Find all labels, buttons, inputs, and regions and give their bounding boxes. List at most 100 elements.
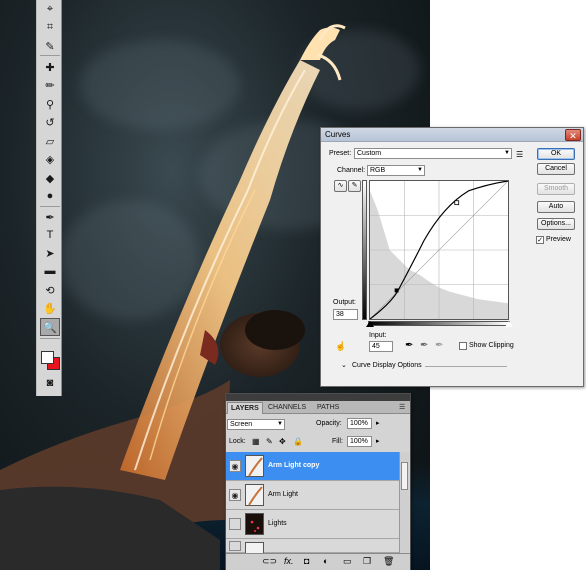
preview-checkbox[interactable]: ✓ — [536, 236, 544, 244]
zoom-tool-icon[interactable]: 🔍 — [40, 318, 60, 336]
layers-scrollbar[interactable] — [399, 452, 409, 553]
layers-footer: ⊂⊃ fx. ◘ ◐ ▭ ❐ 🗑 — [226, 553, 410, 570]
history-brush-tool-icon[interactable]: ↺ — [40, 113, 60, 131]
rectangle-shape-tool-icon[interactable]: ▬ — [40, 262, 60, 280]
pencil-draw-icon[interactable]: ✎ — [348, 180, 361, 192]
panel-tabs: LAYERS CHANNELS PATHS ☰ — [226, 401, 410, 414]
panel-menu-icon[interactable]: ☰ — [396, 402, 408, 414]
opacity-slider-arrow-icon[interactable]: ▸ — [376, 419, 380, 427]
path-selection-tool-icon[interactable]: ➤ — [40, 244, 60, 262]
chevron-down-icon: ▼ — [277, 421, 283, 427]
white-point-slider[interactable] — [505, 321, 513, 327]
curve-points-tool-icon[interactable]: ∿ — [334, 180, 347, 192]
visibility-toggle[interactable] — [229, 541, 241, 551]
layer-row[interactable] — [226, 539, 401, 554]
opacity-label: Opacity: — [316, 420, 342, 427]
targeted-adjustment-tool-icon[interactable]: ☝ — [335, 341, 346, 352]
black-point-slider[interactable] — [366, 321, 374, 327]
layer-name: Lights — [268, 520, 287, 527]
3d-rotate-tool-icon[interactable]: ⟲ — [40, 281, 60, 299]
quick-mask-icon[interactable]: ◙ — [40, 374, 60, 392]
type-tool-icon[interactable]: T — [40, 226, 60, 244]
healing-brush-tool-icon[interactable]: ✚ — [40, 58, 60, 76]
panel-header-bar[interactable] — [226, 394, 410, 401]
paint-bucket-tool-icon[interactable]: ◈ — [40, 150, 60, 168]
cancel-button[interactable]: Cancel — [537, 163, 575, 175]
layer-row[interactable]: Lights — [226, 510, 401, 539]
visibility-eye-icon[interactable]: ◉ — [229, 460, 241, 472]
layer-thumbnail — [245, 513, 264, 535]
channel-label: Channel: — [337, 167, 366, 174]
show-clipping-checkbox[interactable] — [459, 342, 467, 350]
output-field[interactable]: 38 — [333, 309, 358, 320]
hand-tool-icon[interactable]: ✋ — [40, 299, 60, 317]
blend-mode-value: Screen — [230, 421, 253, 428]
eraser-tool-icon[interactable]: ▱ — [40, 132, 60, 150]
tool-separator — [40, 55, 60, 56]
gray-eyedropper-icon[interactable]: ✒ — [420, 340, 428, 351]
layer-style-icon[interactable]: fx. — [284, 556, 294, 566]
new-layer-icon[interactable]: ❐ — [363, 556, 371, 567]
brush-tool-icon[interactable]: ✏ — [40, 76, 60, 94]
tab-paths[interactable]: PATHS — [314, 402, 342, 414]
trash-icon[interactable]: 🗑 — [383, 556, 394, 567]
eyedropper-tool-icon[interactable]: ✎ — [40, 37, 60, 55]
chevron-down-icon[interactable]: ⌄ — [341, 361, 347, 369]
input-field[interactable]: 45 — [369, 341, 393, 352]
show-clipping-label: Show Clipping — [469, 342, 514, 349]
preview-label: Preview — [546, 236, 571, 243]
foreground-color-swatch[interactable] — [41, 351, 54, 364]
tools-panel: ⌖ ⌗ ✎ ✚ ✏ ⚲ ↺ ▱ ◈ ◆ ● ✒ T ➤ ▬ ⟲ ✋ 🔍 ◙ — [36, 0, 62, 396]
channel-value: RGB — [370, 167, 386, 174]
visibility-eye-icon[interactable]: ◉ — [229, 489, 241, 501]
crop-tool-icon[interactable]: ⌗ — [40, 18, 60, 36]
ok-button[interactable]: OK — [537, 148, 575, 160]
lock-label: Lock: — [229, 438, 246, 445]
channel-select[interactable]: RGB ▼ — [367, 165, 425, 176]
tab-channels[interactable]: CHANNELS — [265, 402, 309, 414]
layer-row[interactable]: ◉ Arm Light copy — [226, 452, 401, 481]
layer-mask-icon[interactable]: ◘ — [304, 556, 309, 566]
lock-all-icon[interactable]: 🔒 — [293, 437, 303, 446]
lock-transparent-icon[interactable]: ▦ — [252, 437, 260, 446]
auto-button[interactable]: Auto — [537, 201, 575, 213]
lock-image-icon[interactable]: ✎ — [266, 437, 273, 446]
lock-position-icon[interactable]: ✥ — [279, 437, 286, 446]
black-eyedropper-icon[interactable]: ✒ — [405, 340, 413, 351]
preset-select[interactable]: Custom ▼ — [354, 148, 512, 159]
scrollbar-thumb[interactable] — [401, 462, 408, 490]
tab-layers[interactable]: LAYERS — [227, 402, 263, 414]
curves-titlebar[interactable]: Curves — [321, 128, 583, 142]
white-eyedropper-icon[interactable]: ✒ — [435, 340, 443, 351]
close-button[interactable]: ✕ — [565, 129, 581, 141]
preset-value: Custom — [357, 150, 382, 157]
dialog-title: Curves — [325, 130, 351, 139]
curve-display-options-label[interactable]: Curve Display Options — [352, 362, 422, 369]
output-gradient-bar — [362, 180, 367, 320]
blur-tool-icon[interactable]: ◆ — [40, 169, 60, 187]
pen-tool-icon[interactable]: ✒ — [40, 208, 60, 226]
preset-options-icon[interactable]: ☰ — [516, 150, 523, 159]
options-button[interactable]: Options... — [537, 218, 575, 230]
chevron-down-icon: ▼ — [417, 167, 423, 173]
fill-field[interactable]: 100% — [347, 436, 372, 447]
curves-graph[interactable] — [369, 180, 509, 320]
preset-label: Preset: — [329, 150, 352, 157]
layer-row[interactable]: ◉ Arm Light — [226, 481, 401, 510]
layer-thumbnail — [245, 455, 264, 477]
lasso-tool-icon[interactable]: ⌖ — [40, 0, 60, 18]
fill-slider-arrow-icon[interactable]: ▸ — [376, 437, 380, 445]
input-label: Input: — [369, 332, 387, 339]
chevron-down-icon: ▼ — [504, 150, 510, 156]
smooth-button[interactable]: Smooth — [537, 183, 575, 195]
blend-mode-select[interactable]: Screen ▼ — [227, 419, 285, 430]
photoshop-workspace: ⌖ ⌗ ✎ ✚ ✏ ⚲ ↺ ▱ ◈ ◆ ● ✒ T ➤ ▬ ⟲ ✋ 🔍 ◙ Cu… — [0, 0, 586, 570]
adjustment-layer-icon[interactable]: ◐ — [323, 556, 328, 566]
link-layers-icon[interactable]: ⊂⊃ — [262, 556, 277, 567]
opacity-field[interactable]: 100% — [347, 418, 372, 429]
new-group-icon[interactable]: ▭ — [343, 556, 352, 567]
clone-stamp-tool-icon[interactable]: ⚲ — [40, 95, 60, 113]
visibility-toggle[interactable] — [229, 518, 241, 530]
output-label: Output: — [333, 299, 356, 306]
dodge-tool-icon[interactable]: ● — [40, 187, 60, 205]
